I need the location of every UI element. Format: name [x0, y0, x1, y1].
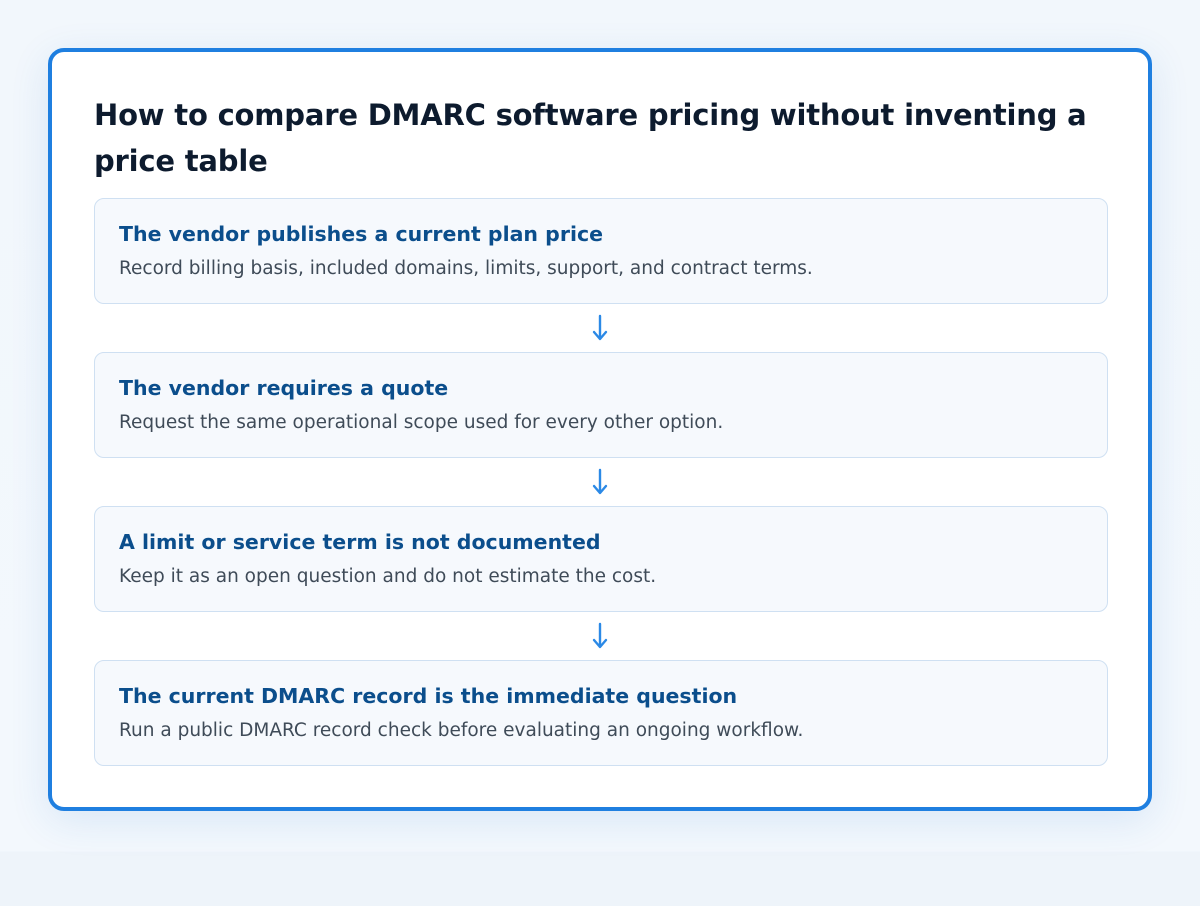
step-box-published-price: The vendor publishes a current plan pric… — [94, 198, 1108, 304]
step-connector — [94, 458, 1106, 506]
step-heading: The current DMARC record is the immediat… — [119, 684, 738, 708]
step-box-undocumented-term: A limit or service term is not documente… — [94, 506, 1108, 612]
arrow-down-icon — [592, 468, 608, 495]
step-box-quote-required: The vendor requires a quote Request the … — [94, 352, 1108, 458]
step-description: Record billing basis, included domains, … — [119, 258, 813, 279]
step-description: Request the same operational scope used … — [119, 412, 724, 433]
step-box-dmarc-record: The current DMARC record is the immediat… — [94, 660, 1108, 766]
step-heading: A limit or service term is not documente… — [119, 530, 601, 554]
arrow-down-icon — [592, 622, 608, 649]
step-heading: The vendor publishes a current plan pric… — [119, 222, 604, 246]
step-description: Run a public DMARC record check before e… — [119, 720, 804, 741]
arrow-down-icon — [592, 314, 608, 341]
step-connector — [94, 612, 1106, 660]
step-connector — [94, 304, 1106, 352]
flowchart-card: How to compare DMARC software pricing wi… — [48, 48, 1152, 811]
page-title: How to compare DMARC software pricing wi… — [94, 98, 1087, 178]
step-heading: The vendor requires a quote — [119, 376, 449, 400]
step-list: The vendor publishes a current plan pric… — [94, 198, 1108, 766]
step-description: Keep it as an open question and do not e… — [119, 566, 657, 587]
